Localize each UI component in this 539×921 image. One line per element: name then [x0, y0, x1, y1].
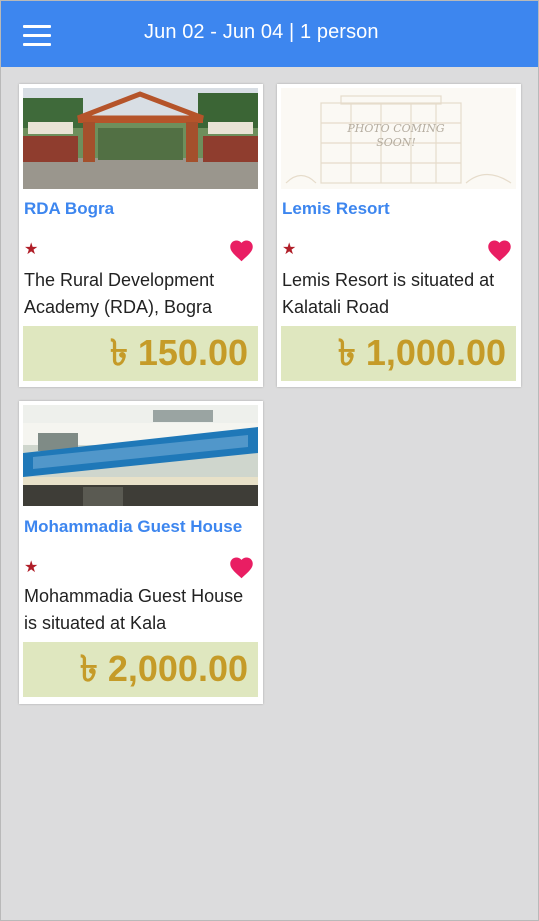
hotel-name[interactable]: Lemis Resort: [282, 199, 512, 218]
hotel-card[interactable]: Mohammadia Guest House ★ Mohammadia Gues…: [19, 401, 263, 704]
hotel-description: Mohammadia Guest House is situated at Ka…: [24, 586, 244, 633]
hamburger-menu-icon[interactable]: [23, 25, 51, 47]
price-box: ৳ 150.00: [23, 326, 258, 381]
hotel-photo-placeholder: PHOTO COMING SOON!: [281, 88, 516, 189]
star-rating-icon: ★: [24, 559, 39, 576]
price-box: ৳ 1,000.00: [281, 326, 516, 381]
star-rating-icon: ★: [282, 241, 297, 258]
hotel-description: Lemis Resort is situated at Kalatali Roa…: [282, 270, 495, 317]
star-rating-icon: ★: [24, 241, 39, 258]
hotel-name[interactable]: Mohammadia Guest House: [24, 517, 254, 536]
date-guest-summary[interactable]: Jun 02 - Jun 04 | 1 person: [144, 21, 379, 44]
photo-coming-soon-caption: PHOTO COMING SOON!: [347, 122, 445, 149]
price-value: ৳ 2,000.00: [79, 648, 248, 689]
top-bar: Jun 02 - Jun 04 | 1 person: [1, 1, 538, 67]
heart-favorite-icon[interactable]: [486, 237, 513, 262]
price-value: ৳ 150.00: [109, 332, 248, 373]
hotel-photo: [23, 88, 258, 189]
heart-favorite-icon[interactable]: [228, 554, 255, 579]
hotel-name[interactable]: RDA Bogra: [24, 199, 254, 218]
price-value: ৳ 1,000.00: [337, 332, 506, 373]
heart-favorite-icon[interactable]: [228, 237, 255, 262]
hotel-card[interactable]: PHOTO COMING SOON! Lemis Resort ★ Lemis …: [277, 84, 521, 387]
hotel-card[interactable]: RDA Bogra ★ The Rural Development Academ…: [19, 84, 263, 387]
hotel-photo: [23, 405, 258, 506]
hotel-description: The Rural Development Academy (RDA), Bog…: [24, 270, 215, 317]
price-box: ৳ 2,000.00: [23, 642, 258, 697]
